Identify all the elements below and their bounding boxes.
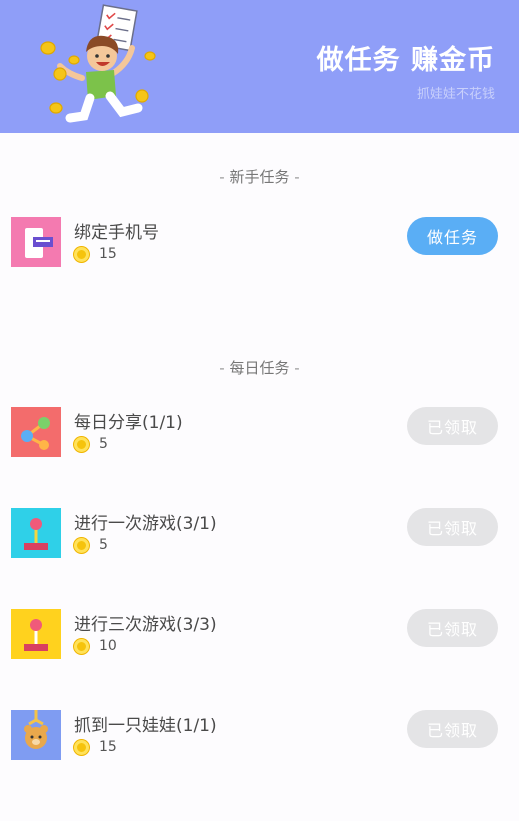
coin-icon bbox=[74, 739, 89, 755]
task-reward: 15 bbox=[74, 737, 117, 757]
section-title: 每日任务 bbox=[229, 359, 290, 377]
task-title: 进行三次游戏(3/3) bbox=[74, 615, 217, 635]
section-title: 新手任务 bbox=[229, 168, 290, 186]
share-icon bbox=[11, 407, 61, 457]
claimed-button[interactable]: 已领取 bbox=[407, 609, 498, 647]
claimed-button[interactable]: 已领取 bbox=[407, 710, 498, 748]
section-header-daily: - 每日任务 - bbox=[219, 359, 300, 377]
banner-title: 做任务 赚金币 bbox=[316, 45, 495, 76]
banner-subtitle: 抓娃娃不花钱 bbox=[416, 87, 495, 102]
header-banner: 做任务 赚金币 抓娃娃不花钱 bbox=[0, 0, 519, 133]
task-reward: 10 bbox=[74, 636, 117, 656]
claimed-button[interactable]: 已领取 bbox=[407, 508, 498, 546]
task-reward: 5 bbox=[74, 535, 108, 555]
coin-icon bbox=[74, 436, 89, 452]
reward-amount: 5 bbox=[99, 537, 108, 553]
joystick-icon bbox=[11, 508, 61, 558]
task-title: 每日分享(1/1) bbox=[74, 413, 183, 433]
do-task-button[interactable]: 做任务 bbox=[407, 217, 498, 255]
task-reward: 15 bbox=[74, 244, 117, 264]
task-row-bind-phone: 绑定手机号 15 做任务 bbox=[0, 211, 519, 271]
reward-amount: 10 bbox=[99, 638, 117, 654]
task-title: 绑定手机号 bbox=[74, 223, 159, 243]
joystick-icon bbox=[11, 609, 61, 659]
reward-amount: 15 bbox=[99, 246, 117, 262]
task-row-catch-doll: 抓到一只娃娃(1/1) 15 已领取 bbox=[0, 704, 519, 764]
task-row-daily-share: 每日分享(1/1) 5 已领取 bbox=[0, 401, 519, 461]
task-row-play-once: 进行一次游戏(3/1) 5 已领取 bbox=[0, 502, 519, 562]
claimed-button[interactable]: 已领取 bbox=[407, 407, 498, 445]
reward-amount: 15 bbox=[99, 739, 117, 755]
phone-bind-icon bbox=[11, 217, 61, 267]
task-row-play-three: 进行三次游戏(3/3) 10 已领取 bbox=[0, 603, 519, 663]
coin-icon bbox=[74, 638, 89, 654]
doll-claw-icon bbox=[11, 710, 61, 760]
task-title: 进行一次游戏(3/1) bbox=[74, 514, 217, 534]
kid-with-coins-illustration bbox=[40, 4, 156, 123]
task-title: 抓到一只娃娃(1/1) bbox=[74, 716, 217, 736]
task-reward: 5 bbox=[74, 434, 108, 454]
coin-icon bbox=[74, 537, 89, 553]
reward-amount: 5 bbox=[99, 436, 108, 452]
coin-icon bbox=[74, 246, 89, 262]
section-header-newbie: - 新手任务 - bbox=[219, 168, 300, 186]
